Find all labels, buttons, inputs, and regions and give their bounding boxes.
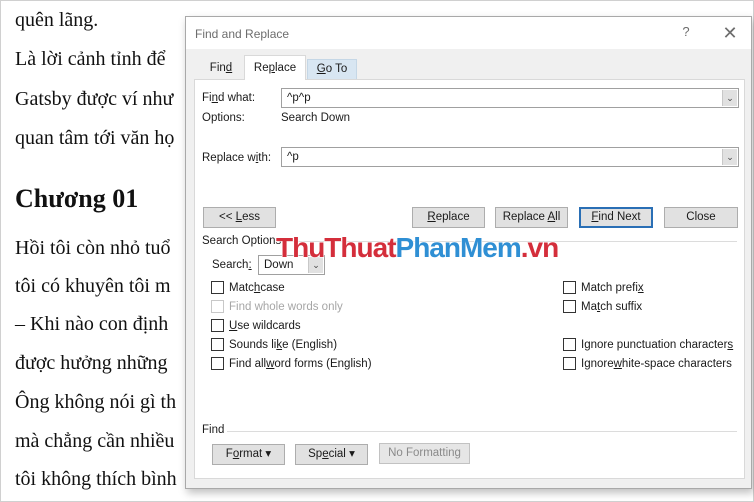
no-formatting-button[interactable]: No Formatting bbox=[379, 443, 470, 464]
doc-line: tôi có khuyên tôi m bbox=[15, 275, 171, 297]
tab-label: Re bbox=[253, 62, 269, 74]
tab-label: Fin bbox=[209, 62, 226, 74]
doc-line: quan tâm tới văn họ bbox=[15, 127, 175, 149]
checkbox-box[interactable] bbox=[211, 281, 224, 294]
ignore-punctuation-checkbox[interactable]: Ignore punctuation character s bbox=[563, 338, 733, 351]
dropdown-arrow-icon: ▾ bbox=[265, 448, 272, 460]
doc-line: Là lời cảnh tỉnh để bbox=[15, 48, 166, 70]
format-button[interactable]: Format ▾ bbox=[212, 444, 285, 465]
tab-accesskey: G bbox=[316, 63, 326, 75]
doc-line: tôi không thích bình bbox=[15, 468, 177, 490]
checkbox-box[interactable] bbox=[211, 357, 224, 370]
find-group-divider bbox=[203, 431, 737, 432]
find-group-title: Find bbox=[202, 424, 228, 436]
doc-heading: Chương 01 bbox=[15, 184, 139, 213]
match-suffix-checkbox[interactable]: Ma t ch suffix bbox=[563, 300, 642, 313]
ignore-whitespace-checkbox[interactable]: Ignore w hite-space characters bbox=[563, 357, 732, 370]
sounds-like-checkbox[interactable]: Sounds li k e (English) bbox=[211, 338, 337, 351]
match-case-checkbox[interactable]: Matc h case bbox=[211, 281, 285, 294]
doc-line: – Khi nào con định bbox=[15, 313, 169, 335]
doc-line: Ông không nói gì th bbox=[15, 391, 177, 413]
options-label: Options: bbox=[202, 112, 245, 124]
dialog-title: Find and Replace bbox=[195, 27, 290, 41]
chevron-down-icon[interactable]: ⌄ bbox=[722, 149, 737, 165]
checkbox-box[interactable] bbox=[211, 338, 224, 351]
match-prefix-checkbox[interactable]: Match prefi x bbox=[563, 281, 644, 294]
find-next-button[interactable]: Find Next bbox=[579, 207, 653, 228]
search-options-title: Search Options bbox=[202, 235, 285, 247]
checkbox-box[interactable] bbox=[563, 281, 576, 294]
find-what-label: Find what: bbox=[202, 92, 256, 104]
tab-goto[interactable]: Go To bbox=[307, 59, 357, 79]
replace-with-input[interactable]: ^p ⌄ bbox=[281, 147, 739, 167]
tab-label: o To bbox=[325, 63, 348, 75]
dialog-titlebar[interactable]: Find and Replace ? ✕ bbox=[186, 17, 751, 49]
whole-words-checkbox[interactable]: Find whole words only bbox=[211, 300, 343, 313]
doc-line: Hồi tôi còn nhỏ tuổ bbox=[15, 237, 171, 259]
options-value: Search Down bbox=[281, 112, 351, 124]
doc-line: được hưởng những bbox=[15, 352, 168, 374]
dropdown-arrow-icon: ▾ bbox=[349, 448, 355, 460]
wildcards-checkbox[interactable]: Use wildcards bbox=[211, 319, 301, 332]
close-icon[interactable]: ✕ bbox=[720, 23, 740, 43]
help-icon[interactable]: ? bbox=[678, 24, 694, 42]
tab-accesskey: d bbox=[225, 62, 233, 74]
replace-button[interactable]: Replace bbox=[412, 207, 485, 228]
checkbox-box[interactable] bbox=[211, 300, 224, 313]
word-forms-checkbox[interactable]: Find all w ord forms (English) bbox=[211, 357, 372, 370]
doc-line: mà chẳng cần nhiều bbox=[15, 430, 175, 452]
checkbox-box[interactable] bbox=[211, 319, 224, 332]
checkbox-box[interactable] bbox=[563, 300, 576, 313]
checkbox-box[interactable] bbox=[563, 338, 576, 351]
special-button[interactable]: Special ▾ bbox=[295, 444, 368, 465]
find-what-input[interactable]: ^p^p ⌄ bbox=[281, 88, 739, 108]
tab-label: lace bbox=[275, 62, 297, 74]
close-button[interactable]: Close bbox=[664, 207, 738, 228]
less-button[interactable]: << Less bbox=[203, 207, 276, 228]
checkbox-box[interactable] bbox=[563, 357, 576, 370]
doc-line: quên lãng. bbox=[15, 9, 99, 31]
watermark-logo: ThuThuatPhanMem.vn bbox=[276, 232, 560, 264]
tab-find[interactable]: Find bbox=[200, 59, 242, 79]
replace-panel: Find what: ^p^p ⌄ Options: Search Down R… bbox=[194, 79, 745, 479]
replace-with-value: ^p bbox=[287, 151, 299, 163]
search-direction-label: Search: bbox=[212, 259, 252, 271]
chevron-down-icon[interactable]: ⌄ bbox=[722, 90, 737, 106]
find-what-value: ^p^p bbox=[287, 92, 311, 104]
doc-line: Gatsby được ví như bbox=[15, 88, 174, 110]
tab-replace[interactable]: Replace bbox=[244, 55, 306, 80]
replace-with-label: Replace with: bbox=[202, 152, 272, 164]
replace-all-button[interactable]: Replace All bbox=[495, 207, 568, 228]
